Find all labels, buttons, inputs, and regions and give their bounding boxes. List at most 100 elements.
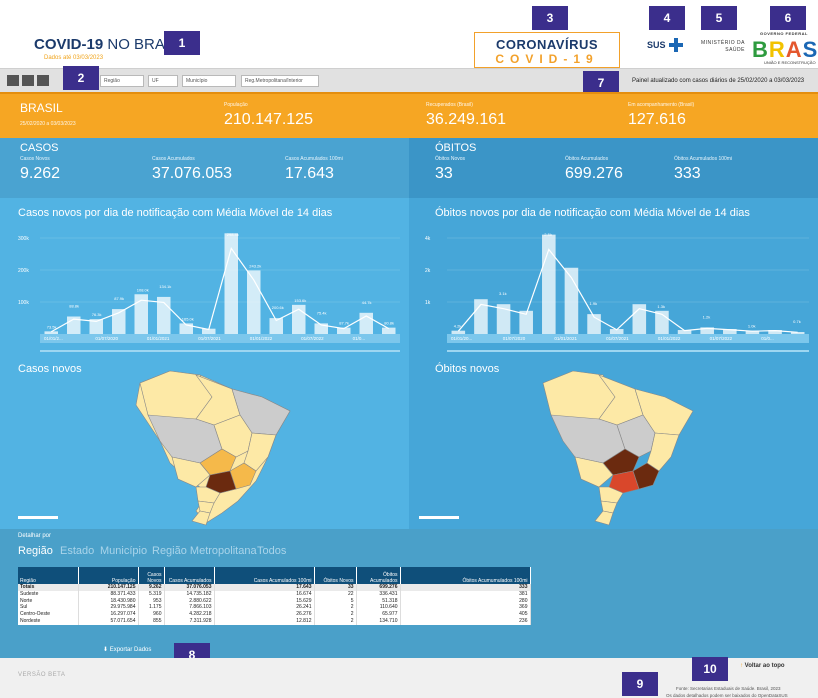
table-cell: 22 — [314, 590, 357, 598]
detail-section: Detalhar por Região Estado Município Reg… — [0, 529, 818, 658]
region-rs[interactable] — [191, 510, 211, 526]
table-cell: 29.975.984 — [78, 604, 139, 612]
col-obitos-acum[interactable]: Óbitos Acumulados — [356, 567, 401, 584]
data-label: 80.8k — [384, 321, 394, 326]
data-label: 0.7k — [793, 319, 801, 324]
opendatasus-text: Os dados detalhados podem ser baixados d… — [666, 693, 788, 698]
table-cell: 26.276 — [214, 611, 315, 618]
data-label: 200.6k — [272, 305, 284, 310]
casos-novos-label: Casos Novos — [20, 156, 50, 162]
data-ate-label: Dados até 03/03/2023 — [44, 55, 104, 61]
table-cell: 280 — [400, 597, 531, 605]
table-cell: 2 — [314, 611, 357, 618]
col-obitos-novos[interactable]: Óbitos Novos — [314, 567, 357, 584]
x-tick-label: 01/01/2021 — [554, 336, 577, 341]
table-cell: 16.297.074 — [78, 611, 139, 618]
brasil-period: 25/02/2020 a 03/03/2023 — [20, 121, 76, 127]
tab-estado[interactable]: Estado — [60, 545, 94, 557]
acompanhamento-value: 127.616 — [628, 111, 686, 128]
voltar-ao-topo-link[interactable]: ↑ Voltar ao topo — [740, 663, 785, 669]
table-cell: 33 — [314, 584, 357, 591]
filter-bar: Região UF Município Reg.Metropolitana/In… — [0, 68, 818, 92]
table-row[interactable]: Centro-Oeste 16.297.074 960 4.282.218 26.276… — [18, 611, 531, 618]
table-cell: 336.431 — [356, 590, 401, 598]
table-row[interactable]: Nordeste 57.071.654 855 7.311.928 12.812 2 134… — [18, 617, 531, 625]
detalhar-label: Detalhar por — [18, 533, 52, 539]
table-cell: 381 — [400, 590, 531, 598]
table-cell: 57.071.654 — [78, 617, 139, 625]
y-tick-label: 1k — [425, 300, 431, 306]
tab-regiao[interactable]: Região — [18, 545, 53, 557]
grid-icon[interactable] — [7, 75, 19, 86]
table-cell: 210.147.125 — [78, 584, 139, 591]
x-tick-label: 01/01/2022 — [250, 336, 273, 341]
municipio-select[interactable]: Município — [182, 75, 236, 87]
x-tick-label: 01/01/2... — [44, 336, 63, 341]
obitos-map[interactable] — [409, 353, 818, 529]
export-icon[interactable] — [37, 75, 49, 86]
table-cell: 2 — [314, 617, 357, 625]
col-obitos-acum100[interactable]: Óbitos Acumumulados 100mi — [400, 567, 531, 584]
casos-title: CASOS — [20, 142, 59, 154]
brasil-summary: BRASIL 25/02/2020 a 03/03/2023 População… — [0, 92, 818, 138]
data-label: 298.4k — [227, 232, 239, 237]
col-casos-novos[interactable]: Casos Novos — [138, 567, 165, 584]
table-cell: Sudeste — [18, 590, 79, 598]
col-casos-acum100[interactable]: Casos Acumulados 100mi — [214, 567, 315, 584]
casos-acum100-value: 17.643 — [285, 165, 334, 182]
table-cell: Nordeste — [18, 617, 79, 625]
table-cell: 960 — [138, 611, 165, 618]
col-casos-acum[interactable]: Casos Acumulados — [164, 567, 215, 584]
logo-line2: COVID-19 — [495, 52, 599, 66]
recuperados-label: Recuperados (Brasil) — [426, 102, 473, 108]
gov-top: GOVERNO FEDERAL — [760, 31, 808, 36]
table-cell: 134.710 — [356, 617, 401, 625]
table-cell: Totais — [18, 584, 79, 591]
table-row[interactable]: Norte 18.430.980 953 2.880.622 15.629 5 51.318… — [18, 597, 531, 605]
y-tick-label: 100k — [18, 300, 29, 306]
data-label: 44.7k — [362, 300, 372, 305]
tab-todos[interactable]: Todos — [257, 545, 286, 557]
populacao-value: 210.147.125 — [224, 111, 313, 128]
obitos-acum100-label: Óbitos Acumulados 100mi — [674, 156, 733, 162]
x-tick-label: 01/07/2021 — [606, 336, 629, 341]
sus-logo: SUS — [647, 40, 666, 50]
table-row[interactable]: Sul 29.975.984 1.175 7.866.103 26.241 2 110.64… — [18, 604, 531, 612]
populacao-label: População — [224, 102, 248, 108]
x-tick-label: 01/01/2022 — [658, 336, 681, 341]
tab-municipio[interactable]: Município — [100, 545, 147, 557]
table-cell: 333 — [400, 584, 531, 591]
region-rs[interactable] — [594, 510, 614, 526]
table-icon[interactable] — [22, 75, 34, 86]
sus-cross-icon — [669, 38, 683, 52]
table-cell: 4.282.218 — [164, 611, 215, 618]
data-label: 75.4k — [317, 310, 327, 315]
table-cell: 26.241 — [214, 604, 315, 612]
obitos-novos-label: Óbitos Novos — [435, 156, 466, 162]
col-regiao[interactable]: Região — [18, 567, 79, 584]
table-row[interactable]: Sudeste 88.371.433 5.319 14.735.182 16.674 22… — [18, 590, 531, 598]
export-button[interactable]: ⬇ Exportar Dados — [103, 646, 151, 653]
table-cell: 51.318 — [356, 597, 401, 605]
table-cell: 110.640 — [356, 604, 401, 612]
casos-map[interactable] — [0, 353, 409, 529]
obitos-map-panel: Óbitos novos — [409, 353, 818, 529]
table-row-total[interactable]: Totais 210.147.125 9.262 37.076.053 17.643 33… — [18, 584, 531, 591]
x-tick-label: 01/0... — [353, 336, 366, 341]
marker-5: 5 — [701, 6, 737, 30]
reg-metro-select[interactable]: Reg.Metropolitana/Interior — [241, 75, 319, 87]
table-cell: 405 — [400, 611, 531, 618]
header: COVID-19 NO BRASIL Dados até 03/03/2023 … — [0, 0, 818, 68]
dashboard-page: COVID-19 NO BRASIL Dados até 03/03/2023 … — [0, 0, 818, 698]
table-cell: Centro-Oeste — [18, 611, 79, 618]
uf-select[interactable]: UF — [148, 75, 178, 87]
regiao-select[interactable]: Região — [100, 75, 144, 87]
col-populacao[interactable]: População — [78, 567, 139, 584]
x-tick-label: 01/07/2020 — [503, 336, 526, 341]
table-cell: 12.812 — [214, 617, 315, 625]
data-label: 1.3k — [657, 304, 665, 309]
map-scale-bar — [18, 516, 58, 519]
tab-regiao-metro[interactable]: Região Metropolitana — [152, 545, 257, 557]
obitos-acum100-value: 333 — [674, 165, 701, 182]
marker-10: 10 — [692, 657, 728, 681]
